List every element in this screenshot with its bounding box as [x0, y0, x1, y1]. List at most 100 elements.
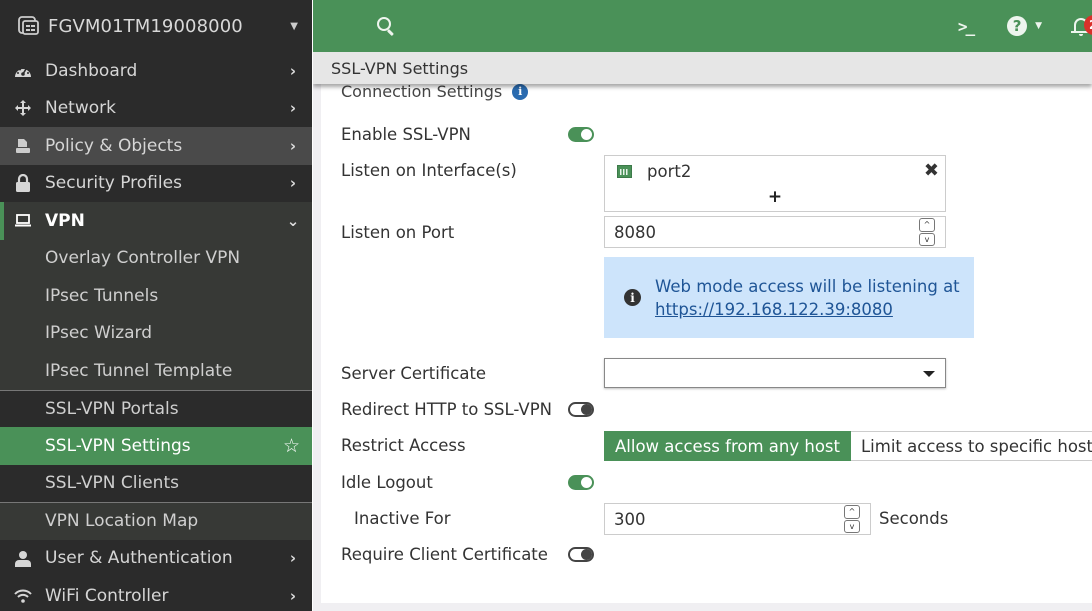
device-selector[interactable]: FGVM01TM19008000 ▼ [0, 0, 312, 52]
decrement-icon[interactable]: v [919, 232, 935, 246]
add-interface-button[interactable]: + [605, 187, 945, 207]
policy-icon [12, 138, 34, 154]
sidebar-subitem-label: SSL-VPN Clients [45, 473, 179, 494]
page-title: SSL-VPN Settings [331, 58, 469, 78]
hamburger-icon[interactable] [327, 18, 349, 34]
allow-any-host-option[interactable]: Allow access from any host [604, 431, 851, 461]
chevron-right-icon: › [289, 549, 297, 568]
sidebar-subitem-label: VPN Location Map [45, 511, 199, 532]
section-title-text: Connection Settings [341, 82, 503, 101]
lock-icon [12, 174, 34, 193]
favorite-star-icon[interactable]: ☆ [283, 435, 300, 457]
enable-ssl-vpn-label: Enable SSL-VPN [341, 125, 471, 144]
sidebar-subitem-overlay-controller-vpn[interactable]: Overlay Controller VPN [0, 239, 312, 277]
laptop-icon [12, 213, 34, 228]
sidebar: FGVM01TM19008000 ▼ Dashboard › Network ›… [0, 0, 312, 611]
enable-ssl-vpn-toggle[interactable] [568, 127, 594, 142]
help-icon: ? [1007, 16, 1028, 36]
caret-down-icon: ▼ [1035, 21, 1042, 31]
inactive-for-input[interactable]: 300 ^ v [604, 503, 871, 535]
listen-port-spinner[interactable]: ^ v [919, 218, 935, 246]
sidebar-subitem-ssl-vpn-portals[interactable]: SSL-VPN Portals [0, 389, 312, 427]
sidebar-item-label: Policy & Objects [45, 135, 183, 156]
caret-down-icon: ▼ [290, 20, 298, 32]
fortigate-device-icon [18, 16, 40, 36]
sidebar-item-wifi-controller[interactable]: WiFi Controller › [0, 577, 312, 611]
chevron-right-icon: › [289, 136, 297, 155]
restrict-access-label: Restrict Access [341, 436, 466, 455]
web-mode-info-text: Web mode access will be listening at [655, 276, 960, 296]
increment-icon[interactable]: ^ [919, 218, 935, 232]
idle-logout-toggle[interactable] [568, 475, 594, 490]
sidebar-subitem-vpn-location-map[interactable]: VPN Location Map [0, 502, 312, 540]
listen-port-label: Listen on Port [341, 223, 455, 242]
interface-entry: port2 [647, 162, 692, 181]
wifi-icon [12, 589, 34, 603]
inactive-for-spinner[interactable]: ^ v [844, 505, 860, 533]
search-icon[interactable] [375, 15, 397, 37]
listen-port-input[interactable]: 8080 ^ v [604, 216, 946, 248]
sidebar-subitem-label: IPsec Tunnel Template [45, 360, 233, 381]
chevron-down-icon: ⌄ [286, 211, 300, 230]
sidebar-item-label: Network [45, 98, 116, 119]
sidebar-subitem-label: IPsec Tunnels [45, 285, 159, 306]
inactive-for-label: Inactive For [354, 509, 451, 528]
sidebar-item-network[interactable]: Network › [0, 90, 312, 128]
web-mode-info-box: i Web mode access will be listening at h… [604, 257, 974, 338]
cli-console-icon[interactable]: >_ [958, 17, 975, 36]
sidebar-subitem-label: SSL-VPN Portals [45, 398, 179, 419]
sidebar-item-policy-objects[interactable]: Policy & Objects › [0, 127, 312, 165]
footer-bar [321, 603, 1092, 611]
sidebar-item-label: VPN [45, 210, 85, 231]
increment-icon[interactable]: ^ [844, 505, 860, 519]
network-move-icon [12, 99, 34, 117]
redirect-http-toggle[interactable] [568, 402, 594, 417]
redirect-http-label: Redirect HTTP to SSL-VPN [341, 400, 552, 419]
device-name: FGVM01TM19008000 [48, 15, 243, 37]
sidebar-item-label: WiFi Controller [45, 585, 169, 606]
decrement-icon[interactable]: v [844, 519, 860, 533]
sidebar-subitem-label: IPsec Wizard [45, 323, 153, 344]
sidebar-item-dashboard[interactable]: Dashboard › [0, 52, 312, 90]
sidebar-subitem-ipsec-tunnels[interactable]: IPsec Tunnels [0, 277, 312, 315]
server-certificate-label: Server Certificate [341, 364, 487, 383]
inactive-for-unit: Seconds [879, 509, 949, 528]
dashboard-icon [12, 64, 34, 78]
sidebar-item-security-profiles[interactable]: Security Profiles › [0, 165, 312, 203]
info-icon[interactable]: i [512, 83, 529, 100]
require-client-cert-toggle[interactable] [568, 547, 594, 562]
dropdown-arrow-icon [923, 371, 935, 377]
inactive-for-value: 300 [614, 509, 646, 529]
idle-logout-label: Idle Logout [341, 473, 433, 492]
section-title-connection-settings: Connection Settings i [341, 82, 529, 101]
sidebar-item-user-authentication[interactable]: User & Authentication › [0, 540, 312, 578]
limit-specific-hosts-option[interactable]: Limit access to specific hosts [850, 431, 1092, 461]
user-icon [12, 550, 34, 567]
sidebar-item-vpn[interactable]: VPN ⌄ [0, 202, 312, 240]
sidebar-subitem-ipsec-tunnel-template[interactable]: IPsec Tunnel Template [0, 352, 312, 390]
listen-interfaces-field[interactable]: port2 ✖ + [604, 155, 946, 212]
sidebar-subitem-ssl-vpn-settings[interactable]: SSL-VPN Settings ☆ [0, 427, 312, 465]
top-bar: >_ ? ▼ 2 [313, 0, 1092, 52]
chevron-right-icon: › [289, 174, 297, 193]
chevron-right-icon: › [289, 586, 297, 605]
ethernet-port-icon [617, 165, 632, 178]
sidebar-item-label: Dashboard [45, 60, 138, 81]
web-mode-link[interactable]: https://192.168.122.39:8080 [655, 300, 893, 319]
sidebar-subitem-ipsec-wizard[interactable]: IPsec Wizard [0, 314, 312, 352]
page-header: SSL-VPN Settings [313, 52, 1092, 84]
sidebar-subitem-label: SSL-VPN Settings [45, 435, 191, 456]
main-content: SSL-VPN Settings Connection Settings i E… [313, 52, 1092, 611]
sidebar-item-label: User & Authentication [45, 548, 233, 569]
remove-interface-icon[interactable]: ✖ [924, 160, 939, 181]
chevron-right-icon: › [289, 61, 297, 80]
require-client-cert-label: Require Client Certificate [341, 545, 548, 564]
restrict-access-segmented: Allow access from any host Limit access … [604, 431, 1092, 461]
help-button[interactable]: ? ▼ [1007, 16, 1042, 36]
server-certificate-select[interactable] [604, 358, 946, 388]
info-icon: i [624, 289, 641, 306]
sidebar-subitem-ssl-vpn-clients[interactable]: SSL-VPN Clients [0, 464, 312, 502]
listen-port-value: 8080 [614, 222, 656, 242]
sidebar-subitem-label: Overlay Controller VPN [45, 248, 241, 269]
notifications-button[interactable]: 2 [1070, 15, 1092, 37]
